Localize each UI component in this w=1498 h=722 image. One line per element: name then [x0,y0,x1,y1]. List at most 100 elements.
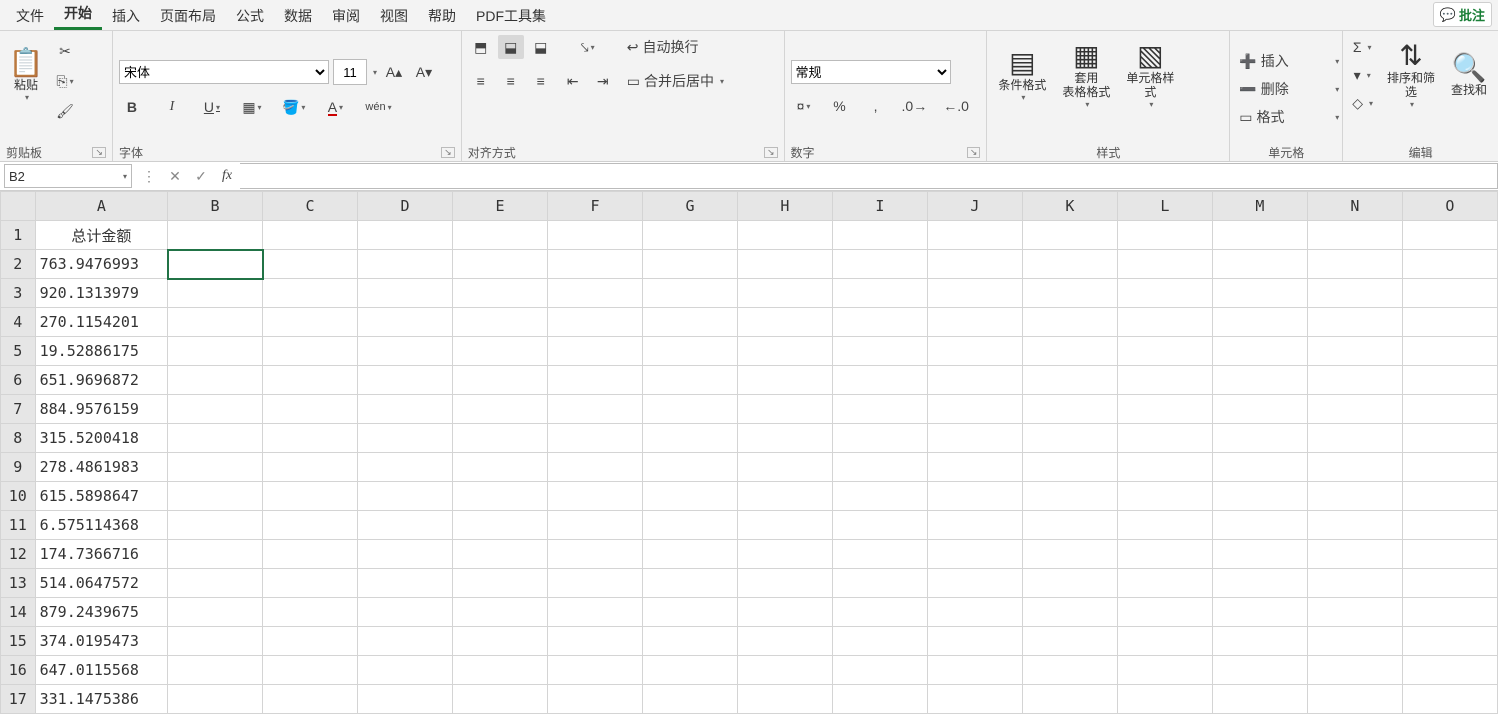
cell-L6[interactable] [1117,366,1212,395]
cell-L11[interactable] [1117,511,1212,540]
row-header-13[interactable]: 13 [1,569,36,598]
menu-tab-2[interactable]: 插入 [102,1,150,30]
cell-L9[interactable] [1117,453,1212,482]
cell-A16[interactable]: 647.0115568 [35,656,167,685]
cell-J3[interactable] [927,279,1022,308]
cell-J6[interactable] [927,366,1022,395]
cell-J10[interactable] [927,482,1022,511]
cell-M5[interactable] [1212,337,1307,366]
cut-button[interactable]: ✂ [52,39,78,63]
column-header-K[interactable]: K [1022,192,1117,221]
cell-C5[interactable] [263,337,358,366]
cell-M7[interactable] [1212,395,1307,424]
cell-D2[interactable] [358,250,453,279]
cell-G4[interactable] [642,308,737,337]
cell-E9[interactable] [453,453,548,482]
row-header-5[interactable]: 5 [1,337,36,366]
column-header-B[interactable]: B [168,192,263,221]
cell-K6[interactable] [1022,366,1117,395]
cell-E2[interactable] [453,250,548,279]
column-header-D[interactable]: D [358,192,453,221]
increase-decimal-button[interactable]: .0→ [899,94,931,118]
cell-O9[interactable] [1402,453,1497,482]
delete-cells-button[interactable]: ➖删除▾ [1236,77,1342,101]
cell-H11[interactable] [737,511,832,540]
column-header-N[interactable]: N [1307,192,1402,221]
cell-L5[interactable] [1117,337,1212,366]
cell-F12[interactable] [547,540,642,569]
cell-B11[interactable] [168,511,263,540]
dialog-launcher-icon[interactable]: ↘ [441,147,455,158]
cell-E14[interactable] [453,598,548,627]
cell-M4[interactable] [1212,308,1307,337]
cell-O8[interactable] [1402,424,1497,453]
cell-C11[interactable] [263,511,358,540]
cell-B17[interactable] [168,685,263,714]
cell-I14[interactable] [832,598,927,627]
cell-J7[interactable] [927,395,1022,424]
align-bottom-button[interactable]: ⬓ [528,35,554,59]
percent-button[interactable]: % [827,94,853,118]
cell-H7[interactable] [737,395,832,424]
align-middle-button[interactable]: ⬓ [498,35,524,59]
cell-I17[interactable] [832,685,927,714]
cell-G13[interactable] [642,569,737,598]
cell-J4[interactable] [927,308,1022,337]
cell-N11[interactable] [1307,511,1402,540]
cell-O12[interactable] [1402,540,1497,569]
cell-D13[interactable] [358,569,453,598]
cell-B6[interactable] [168,366,263,395]
cell-C4[interactable] [263,308,358,337]
cell-E15[interactable] [453,627,548,656]
borders-button[interactable]: ▦▾ [239,95,265,119]
cell-N9[interactable] [1307,453,1402,482]
more-button[interactable]: ⋮ [136,168,162,185]
formula-input[interactable] [240,163,1498,189]
cell-A3[interactable]: 920.1313979 [35,279,167,308]
cell-B13[interactable] [168,569,263,598]
cell-A5[interactable]: 19.52886175 [35,337,167,366]
cell-E4[interactable] [453,308,548,337]
cell-A13[interactable]: 514.0647572 [35,569,167,598]
annotate-button[interactable]: 💬 批注 [1433,2,1492,27]
cell-E10[interactable] [453,482,548,511]
cell-B2[interactable] [168,250,263,279]
cell-F2[interactable] [547,250,642,279]
cell-K9[interactable] [1022,453,1117,482]
cell-D1[interactable] [358,221,453,250]
cell-I4[interactable] [832,308,927,337]
cell-N3[interactable] [1307,279,1402,308]
cell-M10[interactable] [1212,482,1307,511]
copy-button[interactable]: ⎘▾ [52,69,78,93]
chevron-down-icon[interactable]: ▾ [373,68,377,77]
cell-G7[interactable] [642,395,737,424]
cell-D12[interactable] [358,540,453,569]
row-header-12[interactable]: 12 [1,540,36,569]
cell-L14[interactable] [1117,598,1212,627]
cell-G8[interactable] [642,424,737,453]
cell-N10[interactable] [1307,482,1402,511]
cell-O16[interactable] [1402,656,1497,685]
comma-style-button[interactable]: , [863,94,889,118]
cell-J17[interactable] [927,685,1022,714]
cell-B4[interactable] [168,308,263,337]
cell-N4[interactable] [1307,308,1402,337]
cell-F13[interactable] [547,569,642,598]
cell-A4[interactable]: 270.1154201 [35,308,167,337]
font-size-input[interactable] [333,59,367,85]
cell-O11[interactable] [1402,511,1497,540]
cell-O15[interactable] [1402,627,1497,656]
dialog-launcher-icon[interactable]: ↘ [764,147,778,158]
cell-K10[interactable] [1022,482,1117,511]
increase-indent-button[interactable]: ⇥ [590,69,616,93]
cell-A14[interactable]: 879.2439675 [35,598,167,627]
row-header-16[interactable]: 16 [1,656,36,685]
cell-A11[interactable]: 6.575114368 [35,511,167,540]
cell-D5[interactable] [358,337,453,366]
cell-H3[interactable] [737,279,832,308]
cell-N13[interactable] [1307,569,1402,598]
cell-C7[interactable] [263,395,358,424]
cell-M15[interactable] [1212,627,1307,656]
cell-N5[interactable] [1307,337,1402,366]
cell-E7[interactable] [453,395,548,424]
